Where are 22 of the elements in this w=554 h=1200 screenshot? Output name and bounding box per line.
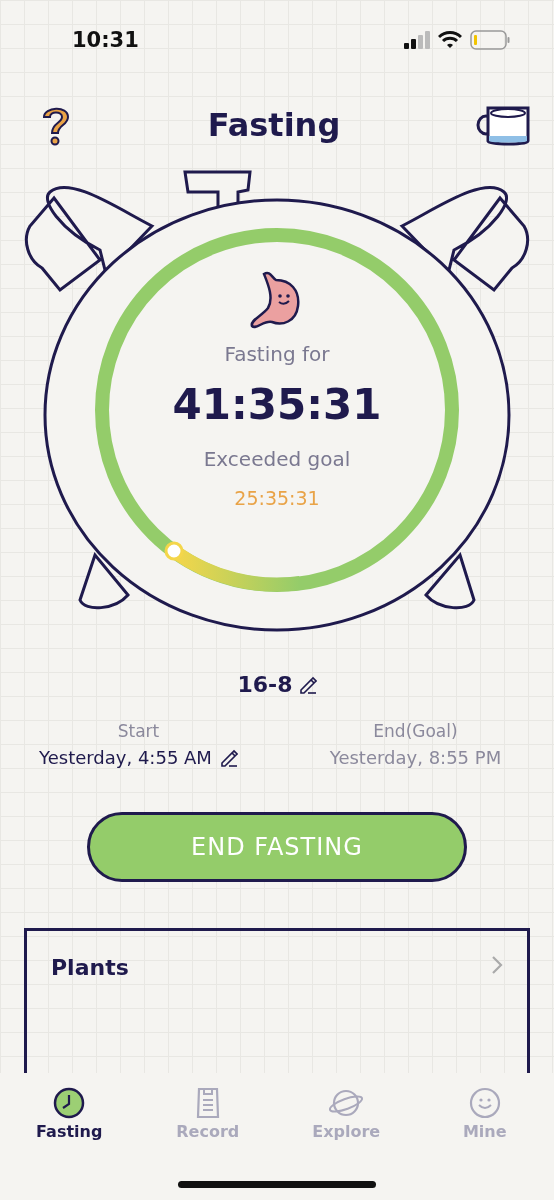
planet-icon (328, 1087, 365, 1119)
progress-handle[interactable] (164, 541, 184, 561)
time-label: Start (117, 721, 160, 741)
signal-icon (404, 31, 430, 49)
goal-label: Exceeded goal (203, 447, 351, 471)
tab-item[interactable]: Fasting (0, 1087, 139, 1153)
timer-label: Fasting for (224, 342, 330, 366)
exceeded-time: 25:35:31 (234, 487, 320, 509)
page-title: Fasting (207, 106, 341, 144)
battery-icon (470, 30, 510, 50)
smiley-icon (468, 1087, 501, 1119)
status-time: 10:31 (72, 28, 139, 52)
plan-button[interactable]: 16-8 (237, 672, 293, 697)
clock-icon (53, 1087, 86, 1119)
wifi-icon (438, 31, 462, 49)
pencil-icon[interactable] (298, 675, 317, 694)
time-value[interactable]: Yesterday, 4:55 AM (39, 747, 212, 768)
pencil-icon[interactable] (219, 748, 238, 767)
time-value: Yesterday, 8:55 PM (329, 747, 502, 768)
elapsed-time: 41:35:31 (172, 380, 382, 429)
time-label: End(Goal) (373, 721, 458, 741)
card-title: Plants (51, 955, 129, 980)
